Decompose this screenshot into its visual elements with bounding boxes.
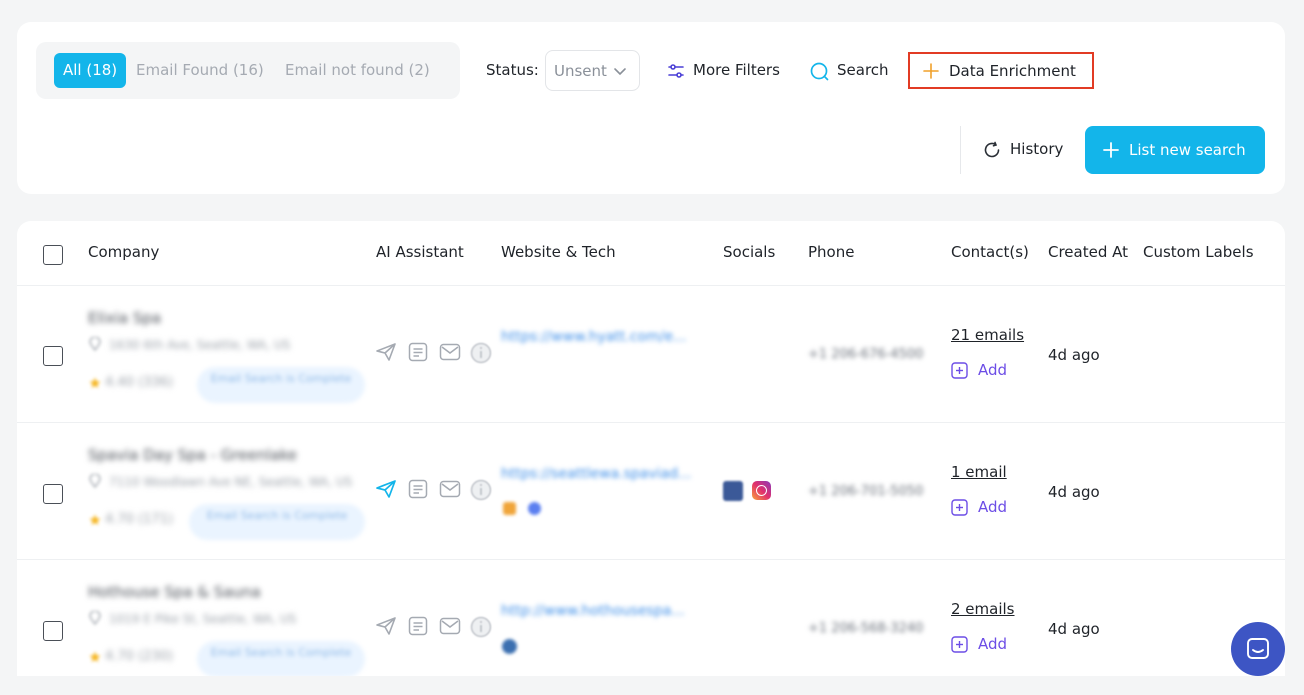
header-created-at: Created At (1048, 243, 1129, 261)
created-at: 4d ago (1048, 346, 1100, 364)
search-label: Search (837, 61, 889, 79)
sliders-icon (668, 64, 684, 78)
star-icon (89, 651, 101, 662)
table-row[interactable]: Spavia Day Spa - Greenlake 7110 Woodlawn… (17, 422, 1285, 559)
phone-number[interactable]: +1 206-676-4500 (808, 347, 923, 362)
chat-launcher-button[interactable] (1231, 622, 1285, 676)
results-table: Company AI Assistant Website & Tech Soci… (17, 221, 1285, 676)
company-name[interactable]: Hothouse Spa & Sauna (88, 583, 261, 601)
add-label: Add (978, 498, 1008, 516)
data-enrichment-label: Data Enrichment (949, 62, 1076, 80)
data-enrichment-button[interactable]: Data Enrichment (908, 52, 1094, 89)
search-icon (810, 62, 829, 81)
header-company: Company (88, 243, 160, 261)
add-square-icon (951, 499, 968, 516)
created-at: 4d ago (1048, 483, 1100, 501)
company-rating: 4.70 (171) (105, 512, 174, 527)
status-value: Unsent (554, 62, 607, 80)
send-icon[interactable] (375, 616, 397, 636)
chat-icon (1247, 638, 1269, 659)
header-ai-assistant: AI Assistant (376, 243, 464, 261)
status-badge: Email Search is Complete (197, 641, 365, 676)
header-custom-labels: Custom Labels (1143, 243, 1254, 261)
emails-link[interactable]: 1 email (951, 463, 1007, 481)
history-icon (984, 141, 1000, 158)
header-website: Website & Tech (501, 243, 616, 261)
document-icon[interactable] (408, 616, 428, 636)
tech-icon-1 (503, 502, 516, 515)
row-checkbox[interactable] (43, 346, 63, 366)
select-all-checkbox[interactable] (43, 245, 63, 265)
mail-icon[interactable] (439, 343, 461, 361)
company-address: 1630 6th Ave, Seattle, WA, US (109, 338, 291, 352)
website-link[interactable]: https://www.hyatt.com/e... (501, 329, 686, 345)
send-icon[interactable] (375, 342, 397, 362)
emails-link[interactable]: 2 emails (951, 600, 1015, 618)
header-phone: Phone (808, 243, 855, 261)
info-icon[interactable] (470, 342, 492, 364)
document-icon[interactable] (408, 342, 428, 362)
location-icon (89, 337, 101, 351)
tab-all[interactable]: All (18) (54, 53, 127, 88)
company-address: 7110 Woodlawn Ave NE, Seattle, WA, US (109, 475, 353, 489)
company-rating: 4.40 (336) (105, 375, 174, 390)
row-checkbox[interactable] (43, 621, 63, 641)
star-icon (89, 514, 101, 525)
status-label: Status: (486, 61, 539, 79)
location-icon (89, 474, 101, 488)
chevron-down-icon (614, 68, 626, 76)
header-socials: Socials (723, 243, 776, 261)
star-icon (89, 377, 101, 388)
location-icon (89, 611, 101, 625)
instagram-icon[interactable] (752, 481, 771, 500)
info-icon[interactable] (470, 616, 492, 638)
filter-tabs: All (18) Email Found (16) Email not foun… (36, 42, 460, 99)
add-square-icon (951, 636, 968, 653)
plus-icon (923, 63, 939, 79)
emails-link[interactable]: 21 emails (951, 326, 1024, 344)
header-contacts: Contact(s) (951, 243, 1029, 261)
row-checkbox[interactable] (43, 484, 63, 504)
history-label: History (1010, 140, 1064, 158)
created-at: 4d ago (1048, 620, 1100, 638)
more-filters-label: More Filters (693, 61, 780, 79)
divider (960, 126, 961, 174)
tech-icon-1 (502, 639, 517, 654)
send-icon[interactable] (375, 479, 397, 499)
status-badge: Email Search is Complete (197, 367, 365, 403)
mail-icon[interactable] (439, 617, 461, 635)
table-row[interactable]: Hothouse Spa & Sauna 1019 E Pike St, Sea… (17, 559, 1285, 676)
info-icon[interactable] (470, 479, 492, 501)
add-label: Add (978, 635, 1008, 653)
status-select[interactable]: Unsent (545, 50, 640, 91)
list-new-search-label: List new search (1129, 141, 1246, 159)
mail-icon[interactable] (439, 480, 461, 498)
website-link[interactable]: http://www.hothousespa... (501, 603, 685, 619)
add-label: Add (978, 361, 1008, 379)
status-badge: Email Search is Complete (189, 504, 365, 540)
company-address: 1019 E Pike St, Seattle, WA, US (109, 612, 297, 626)
company-name[interactable]: Elixia Spa (88, 309, 161, 327)
table-row[interactable]: Elixia Spa 1630 6th Ave, Seattle, WA, US… (17, 285, 1285, 422)
company-rating: 4.70 (230) (105, 649, 174, 664)
add-square-icon (951, 362, 968, 379)
phone-number[interactable]: +1 206-701-5050 (808, 484, 923, 499)
bottom-strip (0, 676, 1304, 695)
tab-email-found[interactable]: Email Found (16) (136, 53, 264, 88)
company-name[interactable]: Spavia Day Spa - Greenlake (88, 446, 297, 464)
tech-icon-2 (528, 502, 541, 515)
website-link[interactable]: https://seattlewa.spaviad... (501, 466, 691, 482)
plus-icon (1103, 142, 1119, 158)
document-icon[interactable] (408, 479, 428, 499)
phone-number[interactable]: +1 206-568-3240 (808, 621, 923, 636)
tab-email-not-found[interactable]: Email not found (2) (285, 53, 430, 88)
facebook-icon[interactable] (723, 481, 743, 501)
list-new-search-button[interactable]: List new search (1085, 126, 1265, 174)
